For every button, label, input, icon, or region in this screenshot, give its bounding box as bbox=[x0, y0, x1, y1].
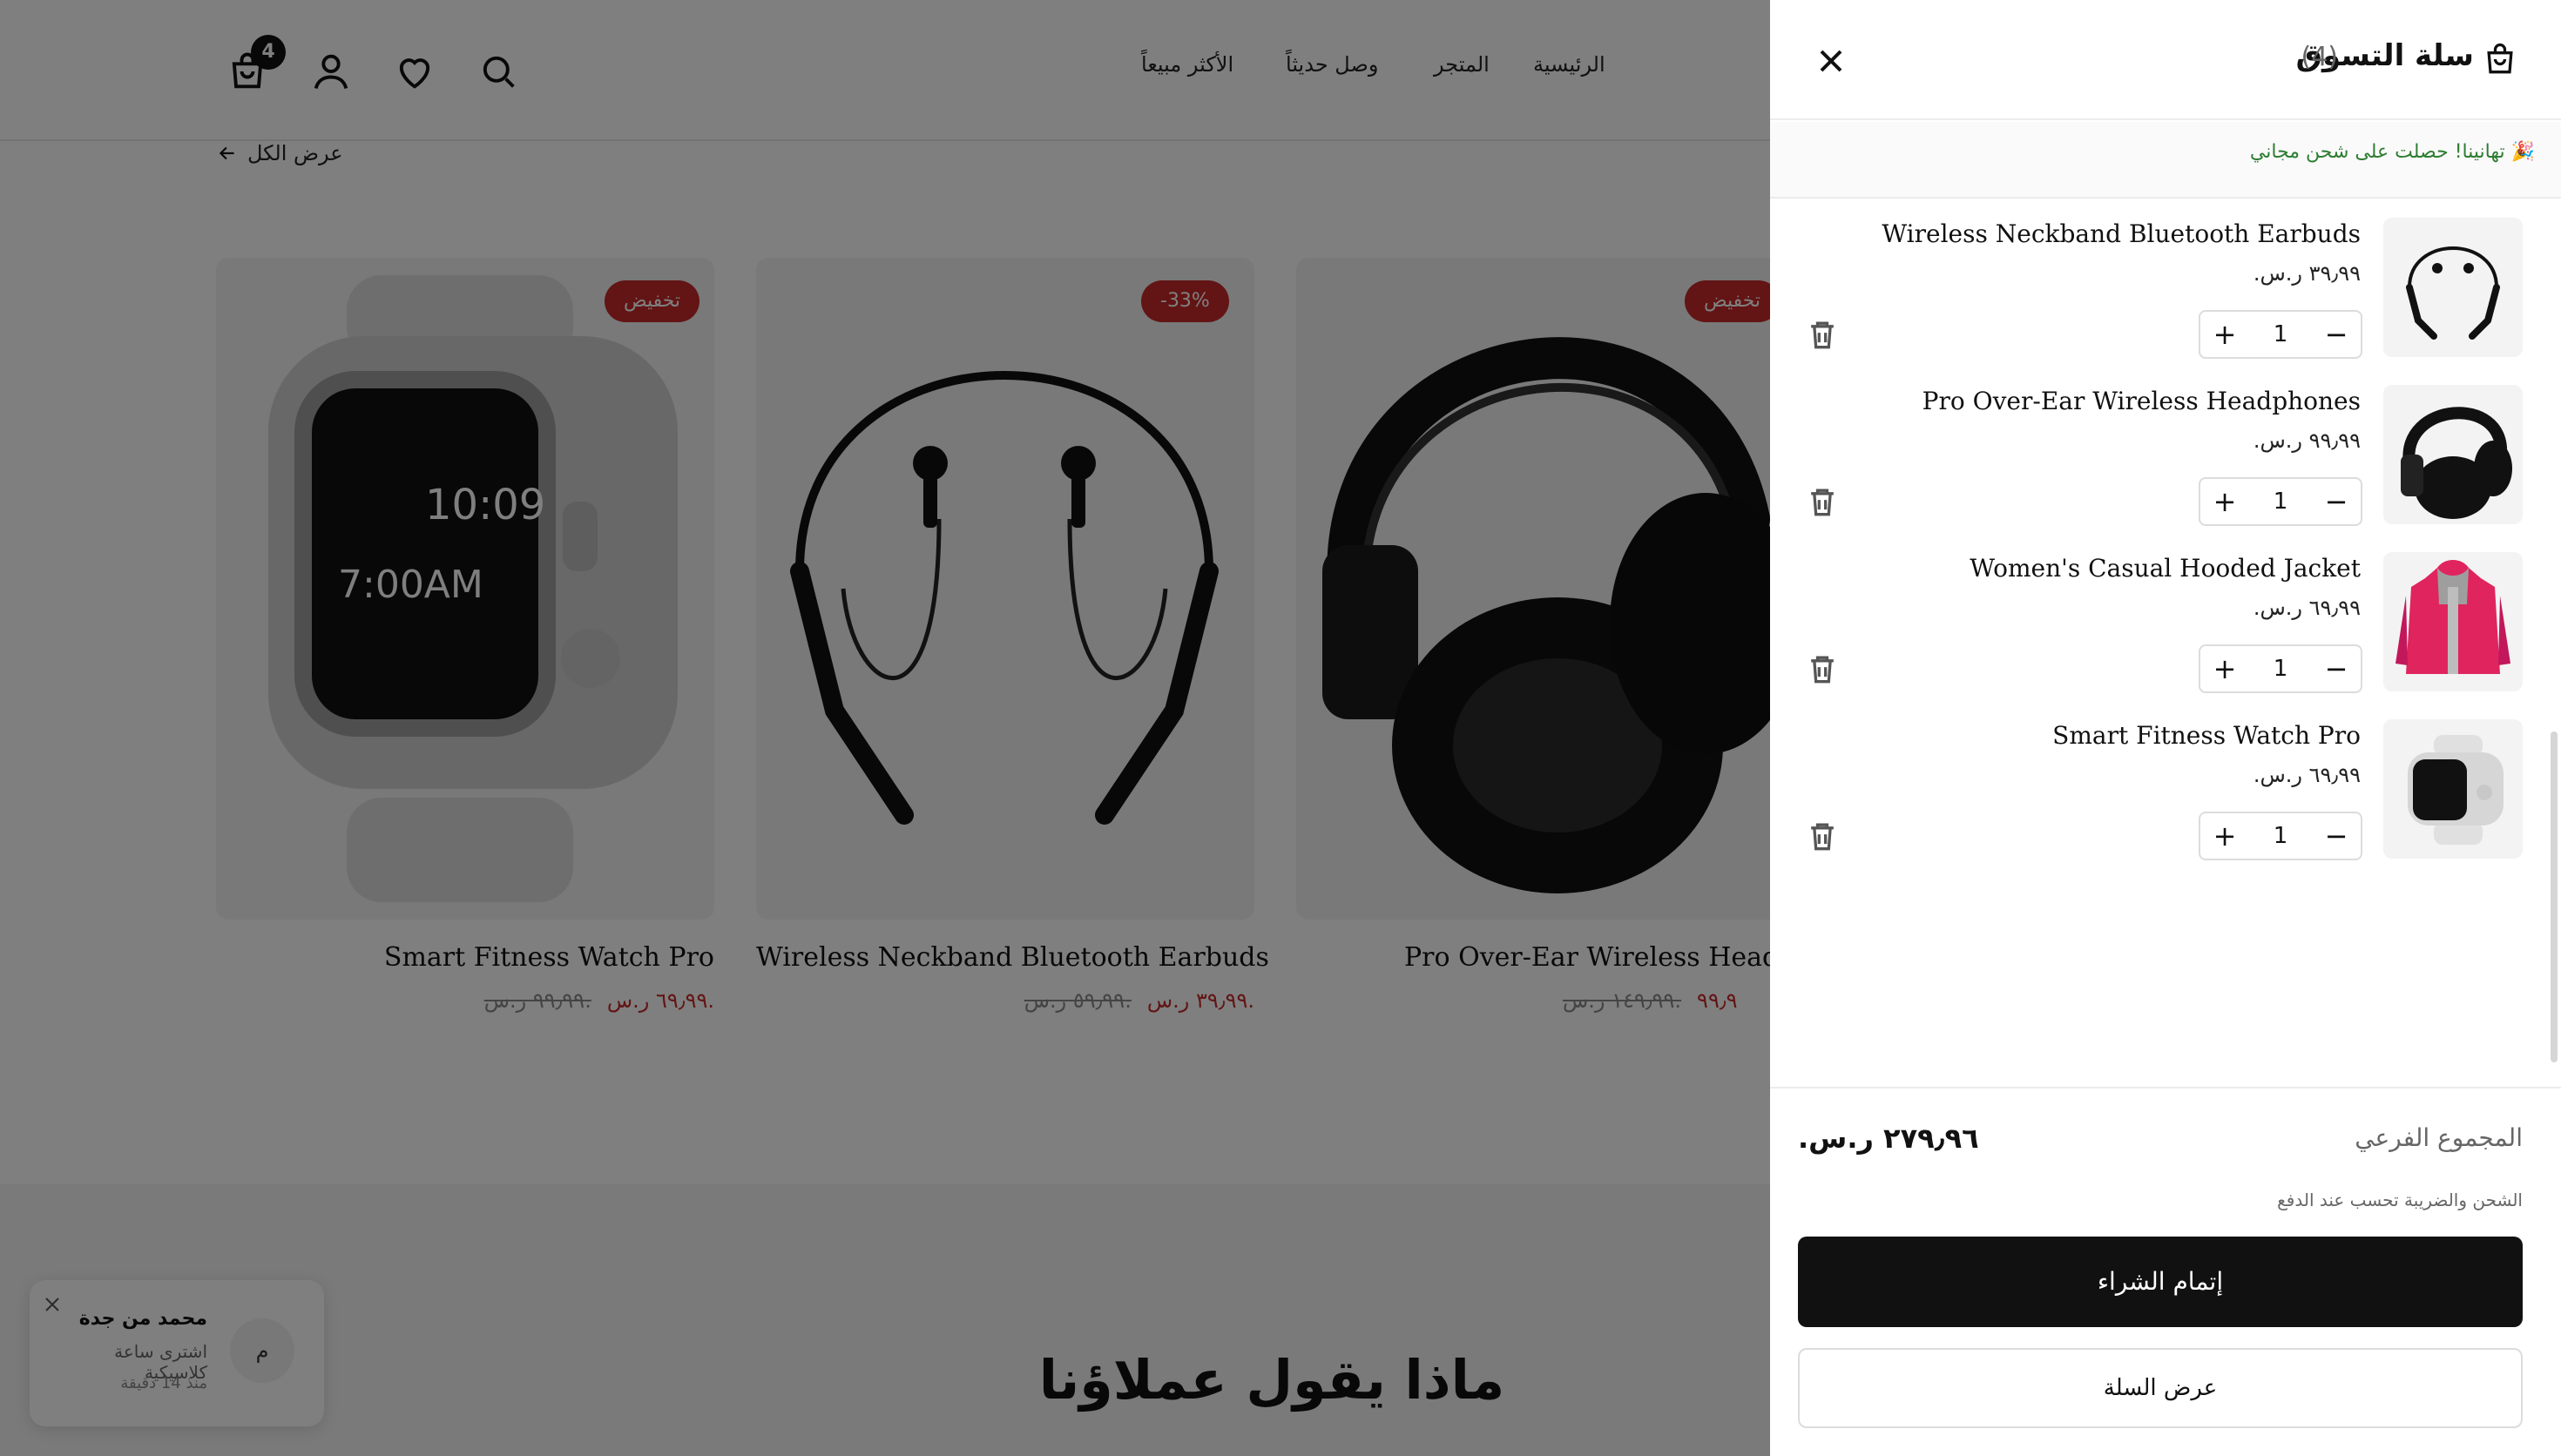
quantity-value[interactable]: 1 bbox=[2274, 823, 2288, 849]
earbuds-thumbnail bbox=[2406, 246, 2500, 340]
trash-icon[interactable] bbox=[1803, 315, 1841, 354]
drawer-backdrop[interactable] bbox=[0, 0, 1770, 1456]
quantity-stepper: + 1 − bbox=[2199, 477, 2362, 526]
cart-item-thumbnail[interactable] bbox=[2383, 719, 2523, 859]
trash-icon[interactable] bbox=[1803, 817, 1841, 855]
quantity-value[interactable]: 1 bbox=[2274, 489, 2288, 515]
tax-note: الشحن والضريبة تحسب عند الدفع bbox=[2277, 1190, 2523, 1210]
free-shipping-text: 🎉 تهانينا! حصلت على شحن مجاني bbox=[2249, 141, 2535, 163]
cart-item-price: ٦٩٫٩٩ ر.س. bbox=[2253, 596, 2361, 620]
close-icon[interactable] bbox=[1812, 42, 1850, 80]
checkout-button[interactable]: إتمام الشراء bbox=[1798, 1237, 2523, 1327]
cart-item-title[interactable]: Pro Over-Ear Wireless Headphones bbox=[1922, 387, 2361, 415]
drawer-scrollbar[interactable] bbox=[2551, 731, 2558, 1062]
increase-quantity-button[interactable]: + bbox=[2207, 819, 2242, 853]
divider bbox=[1770, 1087, 2561, 1089]
trash-icon[interactable] bbox=[1803, 650, 1841, 688]
quantity-value[interactable]: 1 bbox=[2274, 321, 2288, 347]
quantity-value[interactable]: 1 bbox=[2274, 656, 2288, 682]
quantity-stepper: + 1 − bbox=[2199, 644, 2362, 693]
cart-item-price: ٦٩٫٩٩ ر.س. bbox=[2253, 763, 2361, 787]
cart-item-thumbnail[interactable] bbox=[2383, 218, 2523, 357]
cart-count: (4) bbox=[2301, 42, 2339, 72]
increase-quantity-button[interactable]: + bbox=[2207, 317, 2242, 352]
cart-drawer-header: سلة التسوق (4) bbox=[1770, 0, 2561, 120]
cart-item-title[interactable]: Women's Casual Hooded Jacket bbox=[1970, 554, 2361, 583]
cart-item-price: ٣٩٫٩٩ ر.س. bbox=[2253, 261, 2361, 286]
bag-icon bbox=[2487, 43, 2513, 74]
increase-quantity-button[interactable]: + bbox=[2207, 484, 2242, 519]
quantity-stepper: + 1 − bbox=[2199, 310, 2362, 359]
jacket-thumbnail bbox=[2395, 560, 2510, 674]
decrease-quantity-button[interactable]: − bbox=[2319, 819, 2354, 853]
decrease-quantity-button[interactable]: − bbox=[2319, 651, 2354, 686]
cart-item-thumbnail[interactable] bbox=[2383, 552, 2523, 691]
cart-item-price: ٩٩٫٩٩ ر.س. bbox=[2253, 428, 2361, 453]
trash-icon[interactable] bbox=[1803, 482, 1841, 521]
view-cart-button[interactable]: عرض السلة bbox=[1798, 1348, 2523, 1428]
increase-quantity-button[interactable]: + bbox=[2207, 651, 2242, 686]
subtotal-label: المجموع الفرعي bbox=[2355, 1123, 2523, 1152]
decrease-quantity-button[interactable]: − bbox=[2319, 317, 2354, 352]
cart-item-title[interactable]: Wireless Neckband Bluetooth Earbuds bbox=[1882, 219, 2361, 248]
cart-item-title[interactable]: Smart Fitness Watch Pro bbox=[2052, 721, 2361, 750]
quantity-stepper: + 1 − bbox=[2199, 812, 2362, 860]
decrease-quantity-button[interactable]: − bbox=[2319, 484, 2354, 519]
subtotal-value: ٢٧٩٫٩٦ ر.س. bbox=[1798, 1122, 1979, 1155]
cart-item-thumbnail[interactable] bbox=[2383, 385, 2523, 524]
smartwatch-thumbnail bbox=[2408, 735, 2504, 845]
headphones-thumbnail bbox=[2401, 407, 2512, 519]
